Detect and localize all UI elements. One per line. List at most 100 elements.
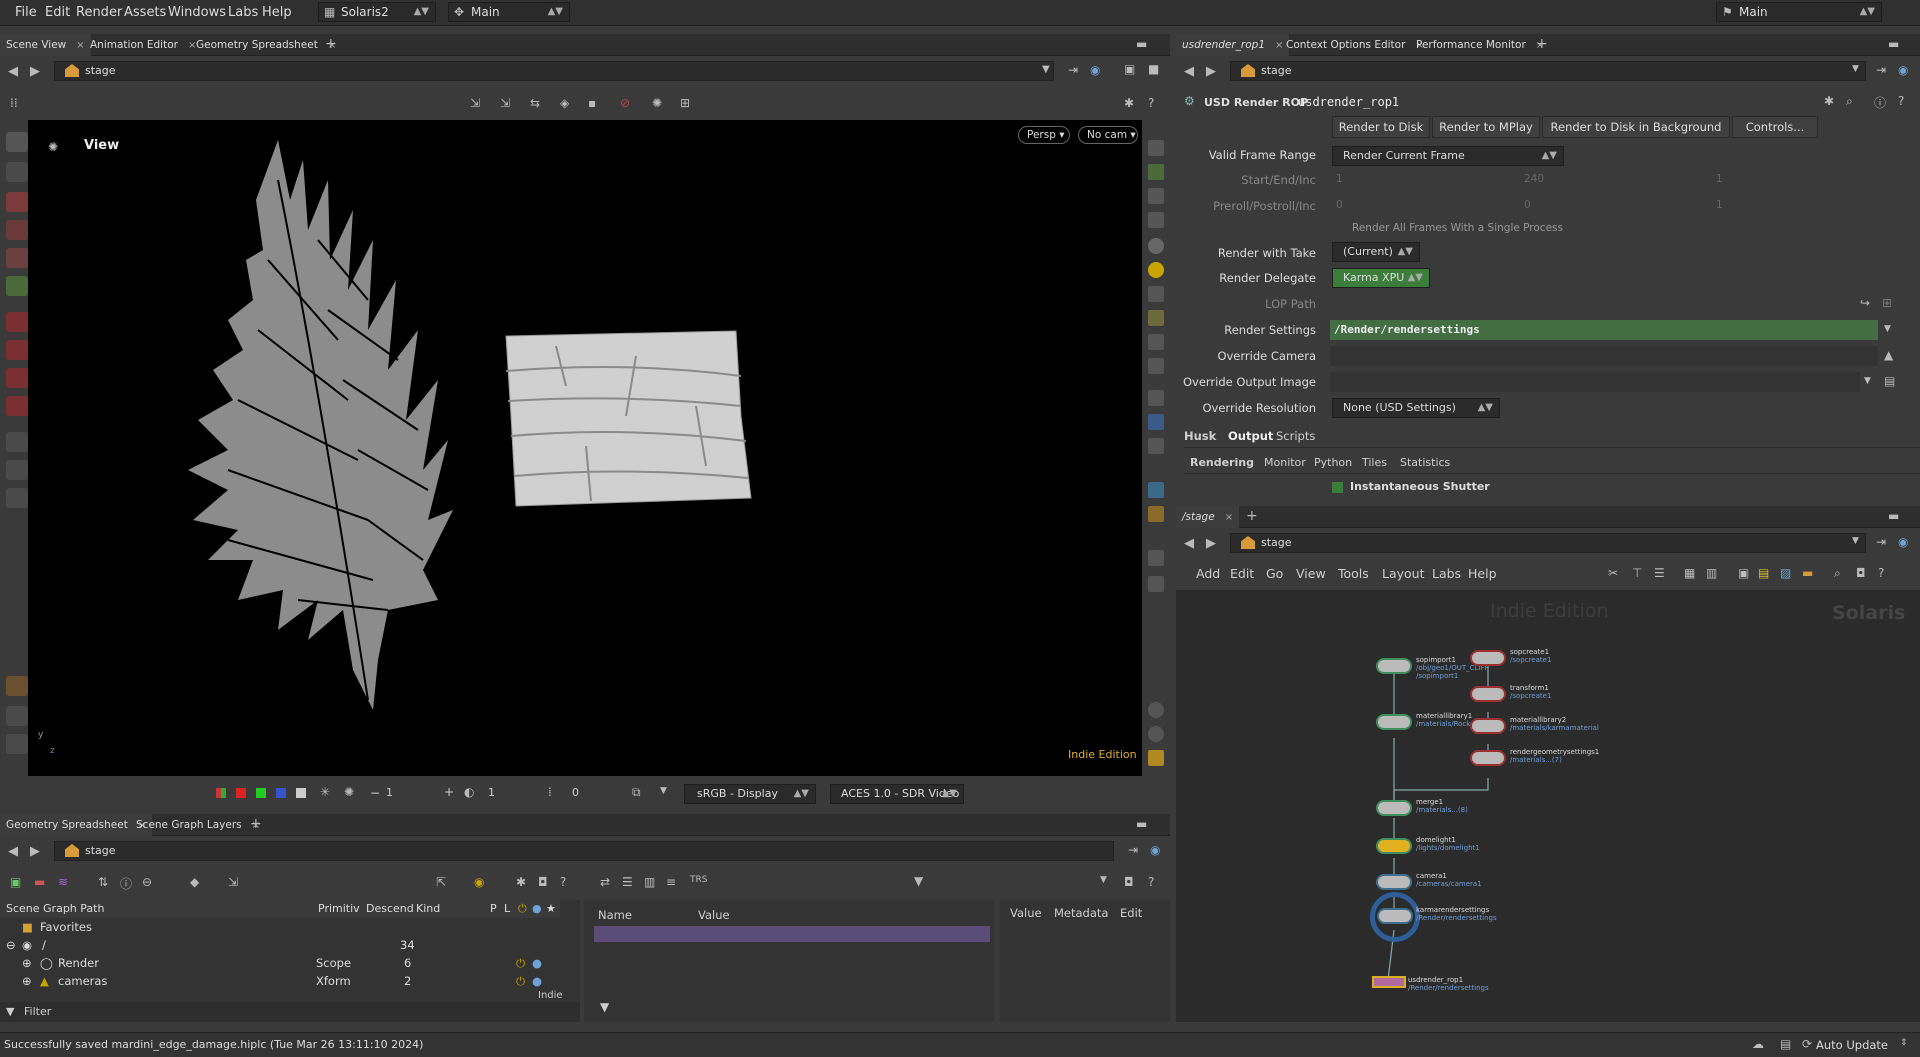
rows-icon[interactable]: ≡ <box>666 875 676 889</box>
grid-icon[interactable]: ▦ <box>1684 566 1695 580</box>
pin-icon[interactable]: ⇥ <box>1128 843 1138 857</box>
tree-row-favorites[interactable]: ■ Favorites <box>0 918 560 936</box>
power-icon[interactable]: ⏻ <box>516 954 525 972</box>
tab-performance-monitor[interactable]: Performance Monitor × <box>1410 34 1550 56</box>
start-field[interactable]: 1 <box>1336 173 1343 185</box>
menu-render[interactable]: Render <box>76 5 122 20</box>
node-karmarendersettings[interactable] <box>1377 908 1413 924</box>
menu-edit-net[interactable]: Edit <box>1230 566 1254 581</box>
menu-edit[interactable]: Edit <box>45 5 70 20</box>
red-channel-icon[interactable] <box>236 788 246 798</box>
tab-scripts[interactable]: Scripts <box>1276 429 1315 443</box>
eye-icon[interactable] <box>1148 702 1164 718</box>
transform-icon[interactable] <box>1148 358 1164 374</box>
handle-tool-icon[interactable] <box>6 276 28 296</box>
info-icon[interactable]: ⓘ <box>1874 94 1886 111</box>
selected-attribute-row[interactable] <box>594 926 990 942</box>
light-2-icon[interactable] <box>1148 310 1164 326</box>
minus-icon[interactable]: − <box>370 786 380 800</box>
gear-icon[interactable]: ✱ <box>1824 94 1834 108</box>
menu-windows[interactable]: Windows <box>168 5 226 20</box>
grid-menu-icon[interactable]: ⁞⁞ <box>10 96 18 110</box>
blue-channel-icon[interactable] <box>276 788 286 798</box>
spreadsheet-path-field[interactable]: stage <box>54 841 1114 861</box>
chevron-updown-icon[interactable]: ⇕ <box>1900 1038 1908 1048</box>
menu-layout[interactable]: Layout <box>1382 566 1425 581</box>
menu-labs[interactable]: Labs <box>228 5 258 20</box>
collapse-icon[interactable]: ⊖ <box>142 875 152 889</box>
view-transform-select[interactable]: ACES 1.0 - SDR Video ▲▼ <box>830 784 964 804</box>
add-tab-icon[interactable]: + <box>1536 36 1548 52</box>
maximize-icon[interactable]: ■ <box>1148 62 1159 76</box>
rotate-tool-icon[interactable] <box>6 220 28 240</box>
trs-icon[interactable]: TRS <box>690 875 707 885</box>
menu-labs-net[interactable]: Labs <box>1432 566 1461 581</box>
help-icon[interactable]: ? <box>1898 94 1904 108</box>
render-region-icon[interactable]: ⊞ <box>680 96 690 110</box>
guide-2-icon[interactable] <box>1148 506 1164 522</box>
sort-icon[interactable]: ⇅ <box>98 875 108 889</box>
columns-icon[interactable]: ▥ <box>644 875 655 889</box>
gear-icon[interactable]: ✱ <box>1124 96 1134 110</box>
right-context-select[interactable]: ⚑ Main ▲▼ <box>1716 2 1882 22</box>
wrench-icon[interactable]: ✂ <box>1608 566 1618 580</box>
lock-tool-icon[interactable] <box>6 162 28 182</box>
controls-button[interactable]: Controls... <box>1732 116 1818 138</box>
filter-icon[interactable]: ▼ <box>914 874 923 888</box>
end-field[interactable]: 240 <box>1524 173 1544 185</box>
light-3-icon[interactable] <box>1148 334 1164 350</box>
select-mode-3-icon[interactable]: ⇆ <box>530 96 540 110</box>
back-arrow-icon[interactable]: ◀ <box>8 844 18 859</box>
override-camera-field[interactable] <box>1330 346 1878 366</box>
link-icon[interactable]: ◉ <box>1898 63 1908 77</box>
tab-output[interactable]: Output <box>1228 429 1273 443</box>
scale-tool-icon[interactable] <box>6 248 28 268</box>
add-tab-icon[interactable]: + <box>1246 508 1258 524</box>
target-icon[interactable]: ◉ <box>474 875 484 889</box>
node-materiallibrary2[interactable] <box>1470 718 1506 734</box>
folder-icon[interactable]: ▬ <box>1802 566 1813 580</box>
link-icon[interactable]: ◉ <box>1150 843 1160 857</box>
add-tab-icon[interactable]: + <box>250 816 262 832</box>
pane-menu-icon[interactable]: ▬ <box>1136 817 1147 831</box>
node-name-field[interactable]: usdrender_rop1 <box>1298 95 1399 109</box>
render-background-button[interactable]: Render to Disk in Background <box>1542 116 1730 138</box>
camera-icon[interactable]: ◘ <box>1856 566 1866 580</box>
pin-icon[interactable]: ⇥ <box>1068 63 1078 77</box>
shutter-checkbox[interactable] <box>1332 482 1343 493</box>
node-camera1[interactable] <box>1376 874 1412 890</box>
file-chooser-icon[interactable]: ▤ <box>1884 374 1895 388</box>
shading-icon[interactable] <box>1148 238 1164 254</box>
info-icon[interactable] <box>1148 726 1164 742</box>
move-tool-icon[interactable] <box>6 192 28 212</box>
help-icon[interactable]: ? <box>1148 96 1154 110</box>
pose-tool-icon[interactable] <box>6 460 28 480</box>
node-rendergeometrysettings1[interactable] <box>1470 750 1506 766</box>
snow-icon[interactable]: ✳ <box>320 785 330 799</box>
back-arrow-icon[interactable]: ◀ <box>1184 64 1194 79</box>
guide-icon[interactable] <box>1148 482 1164 498</box>
sticky-note-icon[interactable]: ▤ <box>1758 566 1769 580</box>
tab-context-options-editor[interactable]: Context Options Editor × <box>1280 34 1430 56</box>
node-transform1[interactable] <box>1470 686 1506 702</box>
tab-geometry-spreadsheet[interactable]: Geometry Spreadsheet × <box>190 34 342 56</box>
expand-icon[interactable]: ⊖ <box>6 936 16 954</box>
preroll-field[interactable]: 0 <box>1336 199 1343 211</box>
single-process-checkbox[interactable]: Render All Frames With a Single Process <box>1352 222 1563 234</box>
tab-stage-network[interactable]: /stage × <box>1176 506 1240 528</box>
layout-tool-icon[interactable] <box>6 676 28 696</box>
scene-context-select[interactable]: ✥ Main ▲▼ <box>448 2 570 22</box>
wireframe-icon[interactable] <box>1148 212 1164 228</box>
add-tab-icon[interactable]: + <box>325 36 337 52</box>
scene-viewport[interactable]: ✺ View Persp ▾ No cam ▾ y z Indie Editio… <box>28 120 1142 776</box>
network-path-field-2[interactable]: stage <box>1230 533 1866 553</box>
gear-icon[interactable]: ✱ <box>516 875 526 889</box>
menu-view[interactable]: View <box>1296 566 1326 581</box>
guide-3-icon[interactable] <box>1148 550 1164 566</box>
override-image-field[interactable] <box>1330 372 1860 392</box>
layout-icon[interactable]: ▣ <box>1124 62 1135 76</box>
expand-icon[interactable]: ⇱ <box>436 875 446 889</box>
tab-tiles[interactable]: Tiles <box>1362 456 1387 469</box>
tab-python[interactable]: Python <box>1314 456 1352 469</box>
info-icon[interactable]: ⓘ <box>120 875 132 892</box>
